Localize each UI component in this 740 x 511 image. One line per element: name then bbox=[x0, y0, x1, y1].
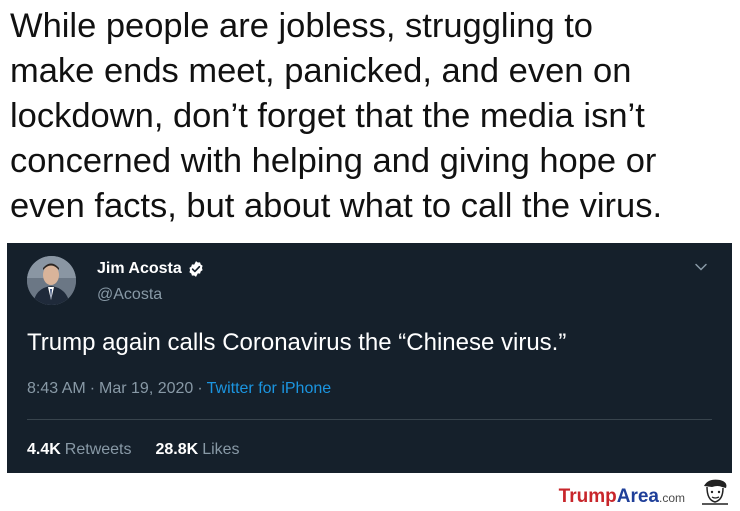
tweet-text: Trump again calls Coronavirus the “Chine… bbox=[27, 329, 567, 356]
caption-line: lockdown, don’t forget that the media is… bbox=[10, 97, 645, 135]
avatar[interactable] bbox=[27, 256, 76, 305]
caption-line: make ends meet, panicked, and even on bbox=[10, 52, 632, 90]
author-handle[interactable]: @Acosta bbox=[97, 286, 162, 304]
author-name[interactable]: Jim Acosta bbox=[97, 260, 182, 278]
caption-line: even facts, but about what to call the v… bbox=[10, 187, 663, 225]
tweet-source-link[interactable]: Twitter for iPhone bbox=[207, 380, 332, 397]
watermark-part1: Trump bbox=[558, 486, 617, 507]
watermark-part2: Area bbox=[616, 486, 659, 507]
tweet-card: Jim Acosta @Acosta Trump again calls Cor… bbox=[7, 243, 732, 473]
retweets-stat[interactable]: 4.4K Retweets bbox=[27, 441, 132, 459]
tweet-date[interactable]: Mar 19, 2020 bbox=[99, 380, 193, 397]
retweets-count: 4.4K bbox=[27, 441, 61, 458]
chevron-down-icon[interactable] bbox=[694, 260, 708, 274]
likes-label: Likes bbox=[202, 441, 240, 458]
watermark-part3: .com bbox=[658, 491, 685, 505]
tweet-meta: 8:43 AM · Mar 19, 2020 · Twitter for iPhone bbox=[27, 380, 331, 398]
caption-line: While people are jobless, struggling to bbox=[10, 7, 593, 45]
likes-stat[interactable]: 28.8K Likes bbox=[156, 441, 240, 459]
caption-line: concerned with helping and giving hope o… bbox=[10, 142, 657, 180]
tweet-time[interactable]: 8:43 AM bbox=[27, 380, 86, 397]
meme-caption: While people are jobless, struggling to … bbox=[10, 4, 735, 229]
verified-badge-icon bbox=[187, 260, 205, 278]
likes-count: 28.8K bbox=[155, 441, 199, 458]
meta-separator: · bbox=[197, 380, 203, 397]
meta-separator: · bbox=[89, 380, 96, 397]
tweet-stats: 4.4K Retweets 28.8K Likes bbox=[27, 441, 240, 459]
author-row: Jim Acosta bbox=[97, 260, 205, 278]
divider bbox=[27, 419, 712, 420]
retweets-label: Retweets bbox=[64, 441, 132, 458]
watermark-text: TrumpArea.com bbox=[559, 486, 685, 508]
watermark-logo-icon bbox=[698, 478, 732, 506]
